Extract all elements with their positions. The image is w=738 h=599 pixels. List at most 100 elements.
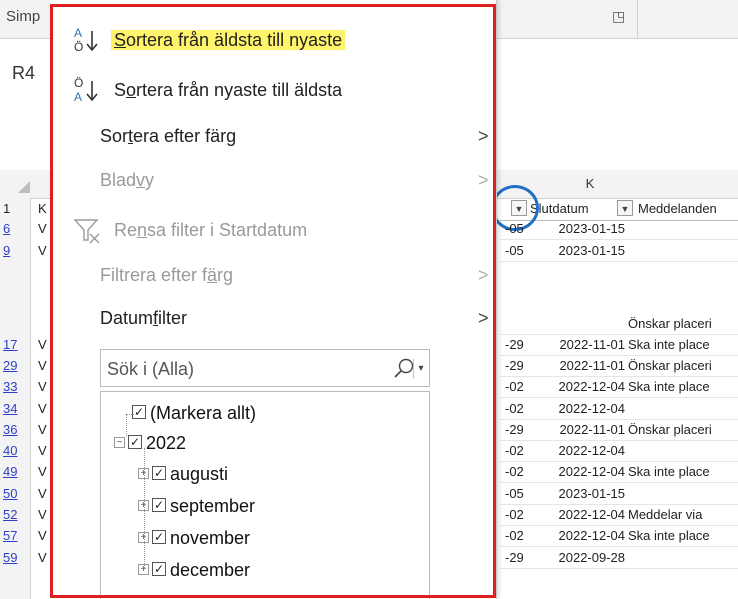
grid-line — [500, 397, 738, 398]
date-filter-label: Datumfilter — [100, 308, 188, 328]
date-filter-item[interactable]: Datumfilter > — [50, 298, 496, 338]
name-box[interactable]: R4 — [12, 56, 52, 90]
svg-text:Ö: Ö — [74, 76, 83, 90]
cell-startdatum-partial[interactable]: -02 — [505, 505, 533, 525]
row-number[interactable]: 34 — [0, 399, 30, 419]
cell-meddelanden[interactable]: Ska inte place — [628, 377, 738, 397]
row-number[interactable]: 6 — [0, 219, 30, 239]
cell-slutdatum[interactable]: 2023-01-15 — [533, 484, 626, 504]
cell-startdatum-partial[interactable]: -02 — [505, 526, 533, 546]
ribbon-separator — [637, 0, 638, 38]
row-number[interactable]: 29 — [0, 356, 30, 376]
cell-slutdatum[interactable]: 2022-09-28 — [533, 548, 626, 568]
tree-item-select-all[interactable]: ✓ (Markera allt) — [132, 398, 256, 428]
chevron-right-icon: > — [478, 126, 489, 146]
cell-startdatum-partial[interactable]: -02 — [505, 399, 533, 419]
cell-slutdatum[interactable]: 2022-12-04 — [533, 462, 626, 482]
sort-oldest-to-newest-item[interactable]: A Ö Sortera från äldsta till nyaste — [50, 20, 496, 60]
sort-newest-to-oldest-item[interactable]: Ö A Sortera från nyaste till äldsta — [50, 70, 496, 110]
cell-startdatum-partial[interactable]: -02 — [505, 441, 533, 461]
cell-startdatum-partial[interactable]: -29 — [505, 548, 533, 568]
cell-slutdatum[interactable]: 2022-12-04 — [533, 377, 626, 397]
row-number[interactable]: 36 — [0, 420, 30, 440]
expand-icon[interactable]: + — [138, 563, 149, 575]
row-number[interactable] — [0, 314, 30, 334]
column-header-k[interactable]: K — [580, 170, 600, 198]
cell-meddelanden[interactable]: Ska inte place — [628, 462, 738, 482]
cell-slutdatum[interactable]: 2022-11-01 — [533, 335, 625, 355]
search-icon[interactable] — [393, 358, 415, 380]
tree-item-2022[interactable]: − ✓ 2022 — [114, 428, 186, 458]
row-number[interactable]: 50 — [0, 484, 30, 504]
tree-item-december[interactable]: + ✓ december — [138, 555, 250, 585]
chevron-right-icon: > — [478, 265, 489, 285]
row-number[interactable]: 59 — [0, 548, 30, 568]
cell-meddelanden[interactable]: Önskar placeri — [628, 356, 738, 376]
grid-line — [500, 261, 738, 262]
sort-by-color-label: Sortera efter färg — [100, 126, 237, 146]
slutdatum-filter-button[interactable]: ▼ — [617, 200, 633, 216]
ribbon-label: Simp — [6, 8, 41, 25]
cell-slutdatum[interactable]: 2022-12-04 — [533, 399, 626, 419]
row-number[interactable]: 57 — [0, 526, 30, 546]
cell-slutdatum[interactable]: 2022-11-01 — [533, 420, 625, 440]
sheet-view-item: Bladvy > — [50, 160, 496, 200]
tree-item-september[interactable]: + ✓ september — [138, 491, 255, 521]
cell-startdatum-partial[interactable]: -29 — [505, 356, 533, 376]
checkbox-checked-icon[interactable]: ✓ — [152, 498, 166, 513]
row-number[interactable]: 17 — [0, 335, 30, 355]
filter-by-color-item: Filtrera efter färg > — [50, 255, 496, 295]
cell-startdatum-partial[interactable]: -29 — [505, 420, 533, 440]
grid-line — [500, 482, 738, 483]
collapse-icon[interactable]: − — [114, 436, 125, 448]
select-all-corner[interactable] — [18, 181, 30, 193]
sort-by-color-item[interactable]: Sortera efter färg > — [50, 116, 496, 156]
cell-meddelanden[interactable]: Meddelar via — [628, 505, 738, 525]
grid-line — [500, 568, 738, 569]
checkbox-checked-icon[interactable]: ✓ — [152, 466, 166, 481]
cell-slutdatum[interactable]: 2023-01-15 — [533, 219, 626, 239]
cell-startdatum-partial[interactable]: -05 — [505, 219, 533, 239]
search-dropdown-icon[interactable]: ▾ — [413, 359, 428, 379]
chevron-right-icon: > — [478, 308, 489, 328]
tree-item-november[interactable]: + ✓ november — [138, 523, 250, 553]
svg-text:A: A — [74, 26, 82, 40]
cell-meddelanden[interactable]: Önskar placeri — [628, 314, 738, 334]
filter-search-box[interactable]: Sök i (Alla) ▾ — [100, 349, 430, 387]
cell-startdatum-partial[interactable]: -05 — [505, 484, 533, 504]
row-number[interactable]: 40 — [0, 441, 30, 461]
cell-meddelanden[interactable]: Önskar placeri — [628, 420, 738, 440]
row-number[interactable]: 1 — [0, 199, 30, 219]
expand-icon[interactable]: + — [138, 499, 149, 511]
cell-meddelanden[interactable]: Ska inte place — [628, 526, 738, 546]
sort-ascending-icon: A Ö — [74, 26, 98, 54]
row-number[interactable]: 9 — [0, 241, 30, 261]
cell-slutdatum[interactable]: 2022-11-01 — [533, 356, 625, 376]
cell-startdatum-partial[interactable]: -29 — [505, 335, 533, 355]
checkbox-checked-icon[interactable]: ✓ — [152, 562, 166, 577]
row-number[interactable]: 49 — [0, 462, 30, 482]
cell-startdatum-partial[interactable]: -02 — [505, 462, 533, 482]
tree-item-label: december — [170, 560, 251, 580]
tree-item-label: november — [170, 528, 251, 548]
clear-filter-icon — [73, 219, 100, 244]
cell-slutdatum[interactable]: 2022-12-04 — [533, 526, 626, 546]
expand-icon[interactable]: + — [138, 467, 149, 479]
cell-slutdatum[interactable]: 2022-12-04 — [533, 441, 626, 461]
expand-icon[interactable]: + — [138, 531, 149, 543]
row-number[interactable]: 33 — [0, 377, 30, 397]
cell-startdatum-partial[interactable]: -02 — [505, 377, 533, 397]
checkbox-checked-icon[interactable]: ✓ — [152, 530, 166, 545]
grid-line — [500, 239, 738, 240]
cell-meddelanden[interactable]: Ska inte place — [628, 335, 738, 355]
cell-slutdatum[interactable]: 2023-01-15 — [533, 241, 626, 261]
column-header-meddelanden: Meddelanden — [638, 201, 717, 216]
checkbox-checked-icon[interactable]: ✓ — [132, 405, 146, 420]
checkbox-checked-icon[interactable]: ✓ — [128, 435, 142, 450]
tree-item-augusti[interactable]: + ✓ augusti — [138, 459, 228, 489]
dialog-launcher-icon[interactable]: ◳ — [612, 8, 625, 25]
search-input[interactable]: Sök i (Alla) — [107, 350, 194, 388]
cell-startdatum-partial[interactable]: -05 — [505, 241, 533, 261]
cell-slutdatum[interactable]: 2022-12-04 — [533, 505, 626, 525]
row-number[interactable]: 52 — [0, 505, 30, 525]
